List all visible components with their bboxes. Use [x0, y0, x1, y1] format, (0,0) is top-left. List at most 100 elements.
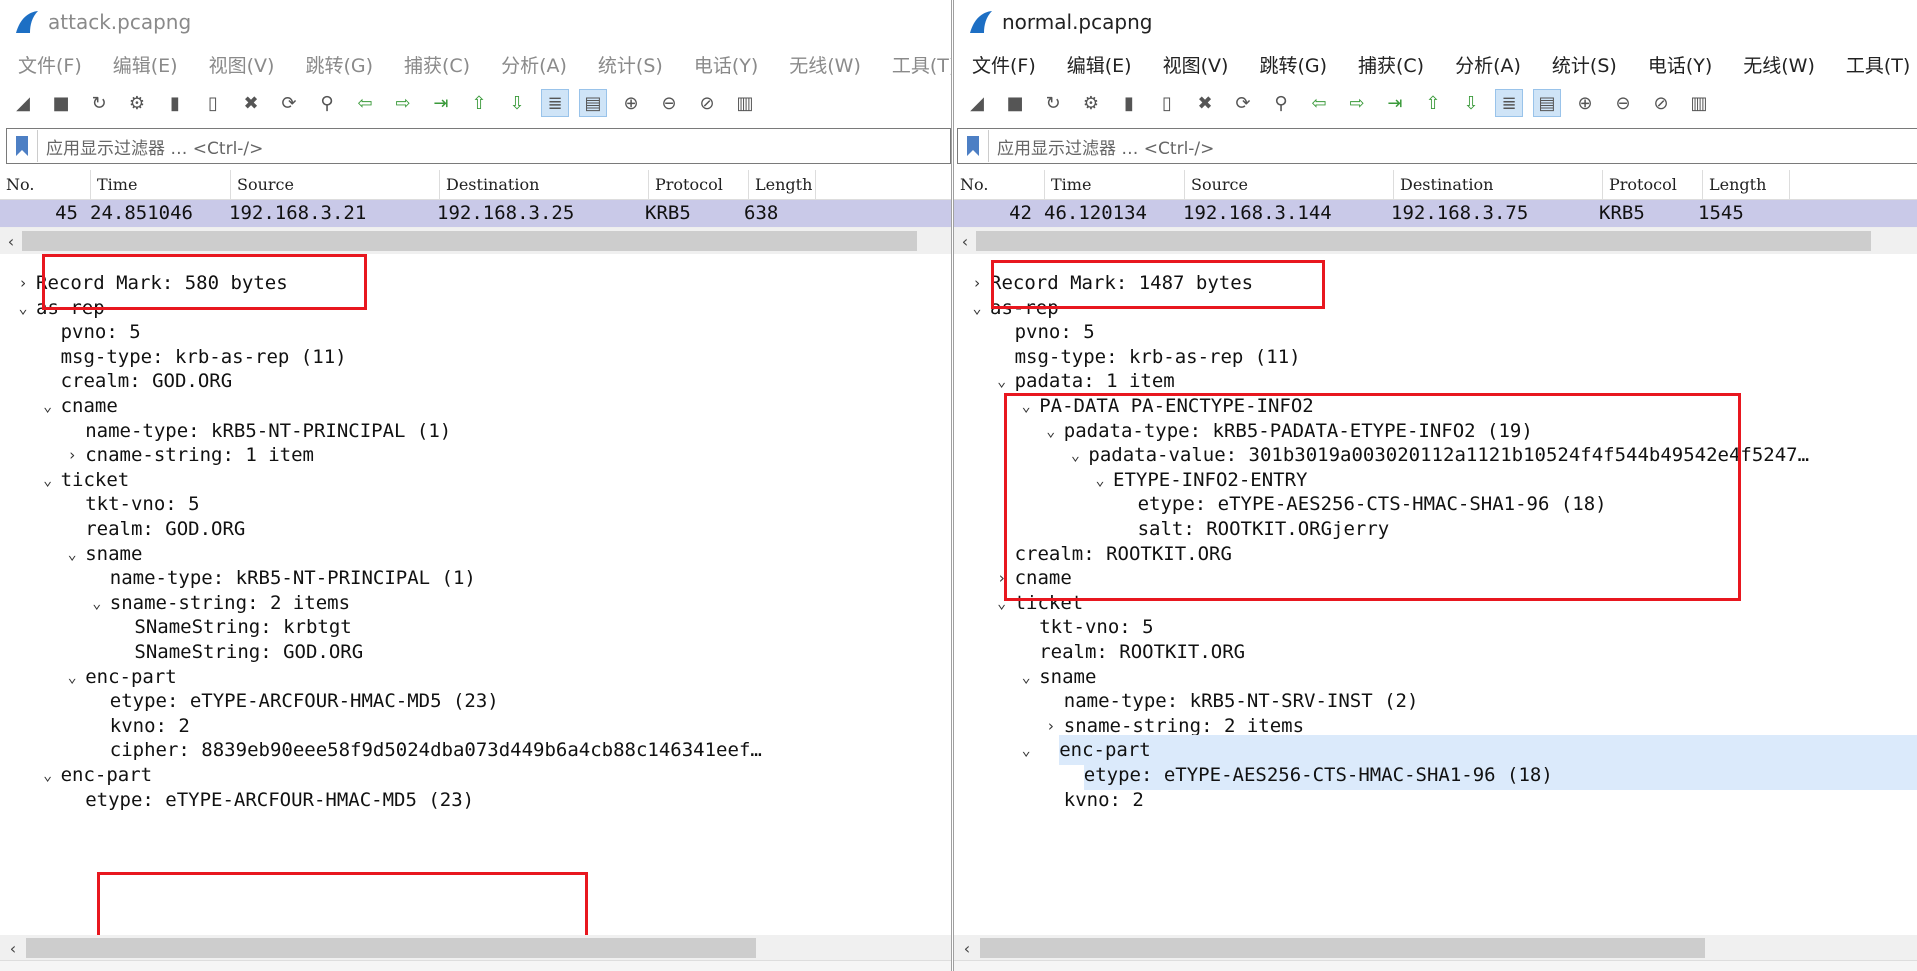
menu-view[interactable]: 视图(V) — [209, 51, 275, 78]
go-back-icon[interactable]: ⇦ — [1306, 90, 1332, 116]
last-packet-icon[interactable]: ⇩ — [504, 90, 530, 116]
tree-node[interactable]: etype: eTYPE-ARCFOUR-HMAC-MD5 (23) — [0, 785, 951, 815]
resize-columns-icon[interactable]: ▥ — [1686, 90, 1712, 116]
menu-statistics[interactable]: 统计(S) — [598, 51, 663, 78]
menu-file[interactable]: 文件(F) — [18, 51, 82, 78]
display-filter-bar[interactable]: 应用显示过滤器 … <Ctrl-/> — [957, 128, 1917, 164]
col-destination[interactable]: Destination — [440, 170, 649, 199]
packet-list-scrollbar[interactable]: ‹ — [954, 227, 1917, 254]
pkt-length: 638 — [744, 202, 779, 224]
autoscroll-icon[interactable]: ≣ — [1495, 89, 1523, 117]
scroll-left-icon[interactable]: ‹ — [954, 939, 980, 958]
annotation-box-record-mark — [42, 254, 367, 310]
col-time[interactable]: Time — [1045, 170, 1185, 199]
find-icon[interactable]: ⚲ — [1268, 90, 1294, 116]
first-packet-icon[interactable]: ⇧ — [1420, 90, 1446, 116]
zoom-in-icon[interactable]: ⊕ — [1572, 90, 1598, 116]
menu-tools[interactable]: 工具(T) — [892, 51, 951, 78]
restart-icon[interactable]: ↻ — [86, 90, 112, 116]
filter-input[interactable]: 应用显示过滤器 … <Ctrl-/> — [38, 134, 263, 159]
scroll-thumb[interactable] — [26, 938, 756, 958]
close-file-icon[interactable]: ✖ — [1192, 90, 1218, 116]
col-source[interactable]: Source — [1185, 170, 1394, 199]
file-icon[interactable]: ▯ — [1154, 90, 1180, 116]
packet-row[interactable]: 45 24.851046 192.168.3.21 192.168.3.25 K… — [0, 200, 951, 227]
go-to-packet-icon[interactable]: ⇥ — [428, 90, 454, 116]
bookmark-icon[interactable] — [958, 130, 989, 162]
find-icon[interactable]: ⚲ — [314, 90, 340, 116]
restart-icon[interactable]: ↻ — [1040, 90, 1066, 116]
reload-icon[interactable]: ⟳ — [276, 90, 302, 116]
details-scrollbar[interactable]: ‹ — [0, 935, 951, 961]
details-scrollbar[interactable]: ‹ — [954, 935, 1917, 961]
colorize-icon[interactable]: ▤ — [579, 89, 607, 117]
zoom-in-icon[interactable]: ⊕ — [618, 90, 644, 116]
col-protocol[interactable]: Protocol — [649, 170, 749, 199]
first-packet-icon[interactable]: ⇧ — [466, 90, 492, 116]
col-source[interactable]: Source — [231, 170, 440, 199]
chevron-right-icon[interactable]: › — [1042, 711, 1060, 741]
close-file-icon[interactable]: ✖ — [238, 90, 264, 116]
file-icon[interactable]: ▯ — [200, 90, 226, 116]
zoom-out-icon[interactable]: ⊖ — [1610, 90, 1636, 116]
col-no[interactable]: No. — [954, 170, 1045, 199]
shark-fin-start-icon[interactable]: ◢ — [10, 90, 36, 116]
zoom-reset-icon[interactable]: ⊘ — [694, 90, 720, 116]
menu-tools[interactable]: 工具(T) — [1846, 51, 1910, 78]
col-length[interactable]: Length — [749, 170, 816, 199]
stop-icon[interactable]: ■ — [48, 90, 74, 116]
scroll-thumb[interactable] — [976, 231, 1871, 251]
menu-capture[interactable]: 捕获(C) — [404, 51, 470, 78]
go-back-icon[interactable]: ⇦ — [352, 90, 378, 116]
shark-fin-start-icon[interactable]: ◢ — [964, 90, 990, 116]
menu-go[interactable]: 跳转(G) — [1259, 51, 1327, 78]
go-to-packet-icon[interactable]: ⇥ — [1382, 90, 1408, 116]
menu-view[interactable]: 视图(V) — [1163, 51, 1229, 78]
menu-telephony[interactable]: 电话(Y) — [1648, 51, 1712, 78]
options-gear-icon[interactable]: ⚙ — [1078, 90, 1104, 116]
zoom-out-icon[interactable]: ⊖ — [656, 90, 682, 116]
col-no[interactable]: No. — [0, 170, 91, 199]
menu-wireless[interactable]: 无线(W) — [789, 51, 861, 78]
stop-icon[interactable]: ■ — [1002, 90, 1028, 116]
filter-input[interactable]: 应用显示过滤器 … <Ctrl-/> — [989, 134, 1214, 159]
menu-capture[interactable]: 捕获(C) — [1358, 51, 1424, 78]
last-packet-icon[interactable]: ⇩ — [1458, 90, 1484, 116]
scroll-left-icon[interactable]: ‹ — [954, 232, 976, 251]
chevron-down-icon[interactable]: ⌄ — [1017, 735, 1035, 765]
col-time[interactable]: Time — [91, 170, 231, 199]
window-title: attack.pcapng — [48, 10, 192, 34]
options-gear-icon[interactable]: ⚙ — [124, 90, 150, 116]
col-destination[interactable]: Destination — [1394, 170, 1603, 199]
packet-details-tree: › Record Mark: 1487 bytes ⌄ as-rep pvno: 5 ms… — [954, 268, 1917, 935]
scroll-thumb[interactable] — [980, 938, 1705, 958]
tree-node[interactable]: kvno: 2 — [954, 785, 1917, 815]
display-filter-bar[interactable]: 应用显示过滤器 … <Ctrl-/> — [6, 128, 951, 164]
packet-list-scrollbar[interactable]: ‹ — [0, 227, 951, 254]
packet-row[interactable]: 42 46.120134 192.168.3.144 192.168.3.75 … — [954, 200, 1917, 227]
scroll-left-icon[interactable]: ‹ — [0, 232, 22, 251]
col-length[interactable]: Length — [1703, 170, 1790, 199]
autoscroll-icon[interactable]: ≣ — [541, 89, 569, 117]
menu-go[interactable]: 跳转(G) — [305, 51, 373, 78]
reload-icon[interactable]: ⟳ — [1230, 90, 1256, 116]
menu-statistics[interactable]: 统计(S) — [1552, 51, 1617, 78]
scroll-left-icon[interactable]: ‹ — [0, 939, 26, 958]
menu-wireless[interactable]: 无线(W) — [1743, 51, 1815, 78]
menu-telephony[interactable]: 电话(Y) — [694, 51, 758, 78]
menu-edit[interactable]: 编辑(E) — [113, 51, 178, 78]
scroll-thumb[interactable] — [22, 231, 917, 251]
menu-analyze[interactable]: 分析(A) — [501, 51, 567, 78]
col-protocol[interactable]: Protocol — [1603, 170, 1703, 199]
go-forward-icon[interactable]: ⇨ — [1344, 90, 1370, 116]
bookmark-icon[interactable] — [7, 130, 38, 162]
go-forward-icon[interactable]: ⇨ — [390, 90, 416, 116]
zoom-reset-icon[interactable]: ⊘ — [1648, 90, 1674, 116]
open-folder-icon[interactable]: ▮ — [162, 90, 188, 116]
colorize-icon[interactable]: ▤ — [1533, 89, 1561, 117]
open-folder-icon[interactable]: ▮ — [1116, 90, 1142, 116]
resize-columns-icon[interactable]: ▥ — [732, 90, 758, 116]
menu-edit[interactable]: 编辑(E) — [1067, 51, 1132, 78]
menu-file[interactable]: 文件(F) — [972, 51, 1036, 78]
menu-analyze[interactable]: 分析(A) — [1455, 51, 1521, 78]
